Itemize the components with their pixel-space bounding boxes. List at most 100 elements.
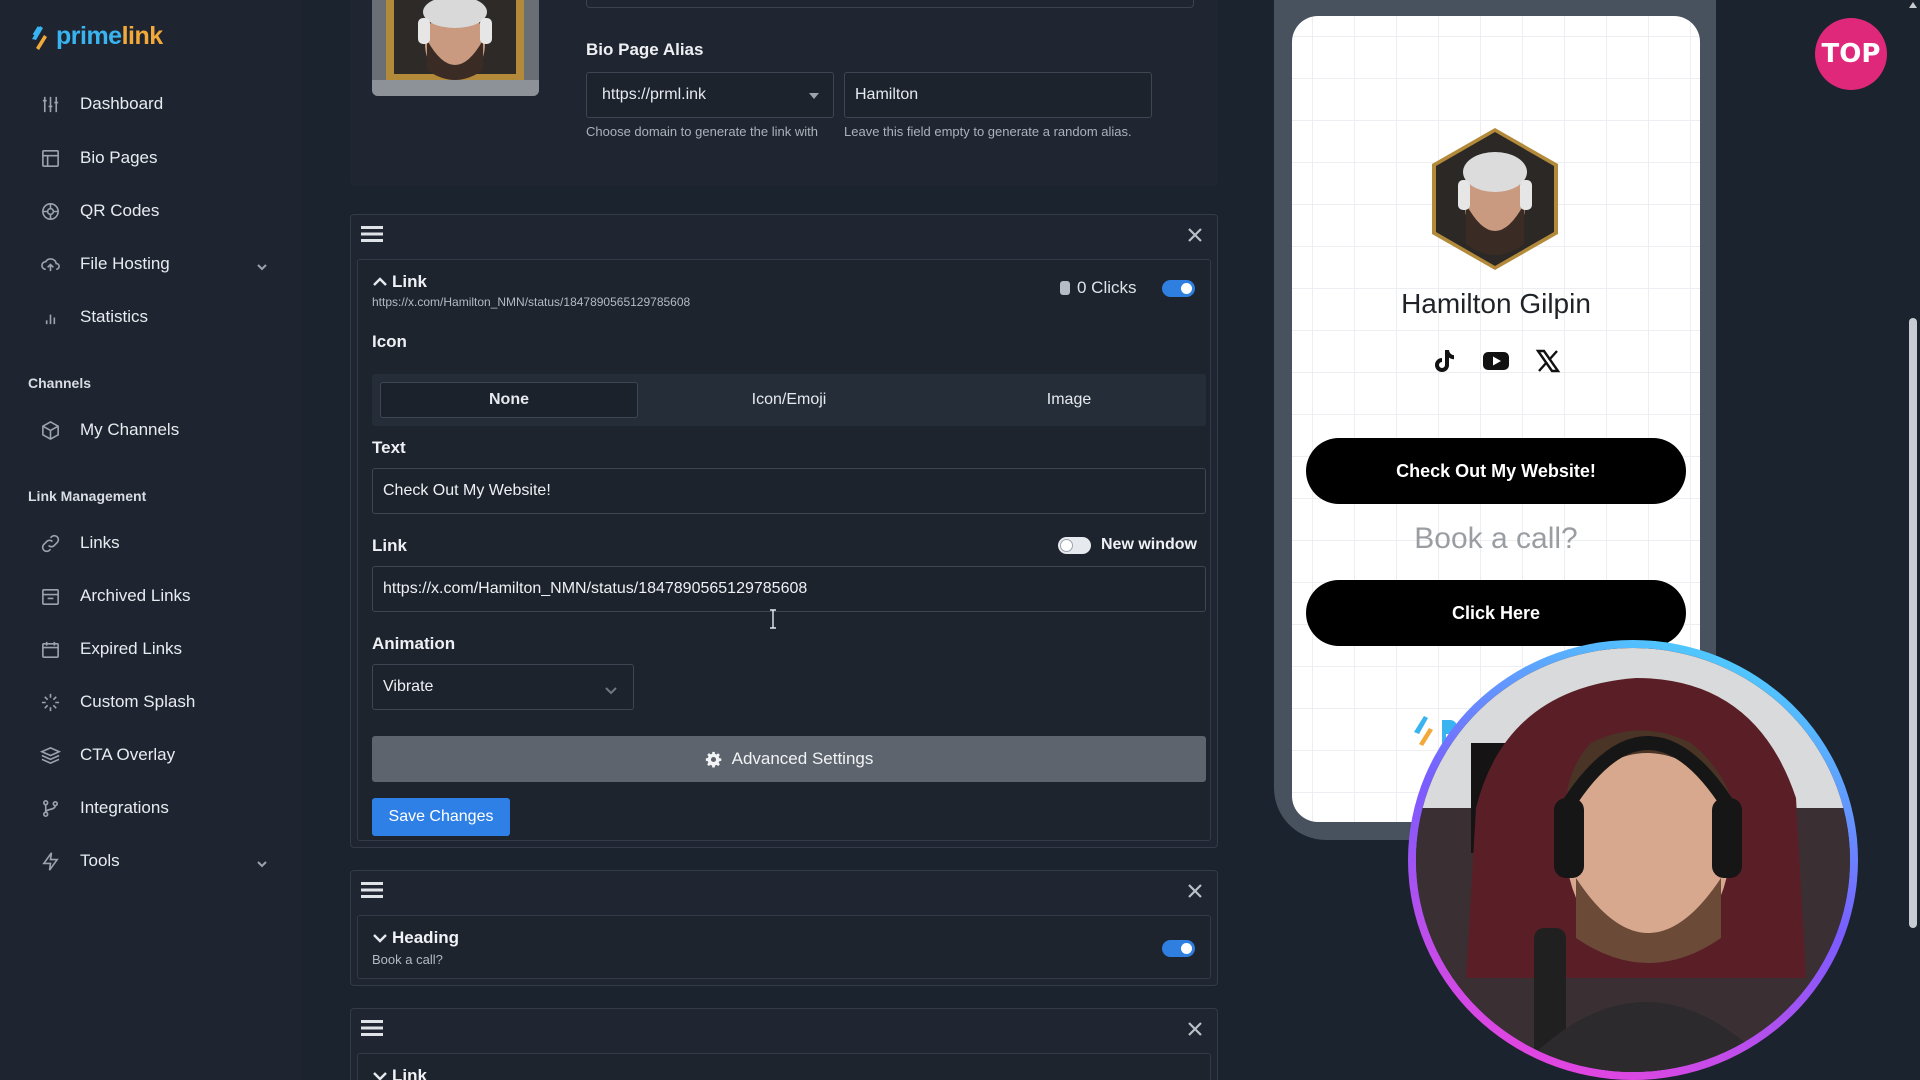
animation-label: Animation <box>372 634 456 653</box>
alias-input-value: Hamilton <box>855 86 919 103</box>
new-window-toggle[interactable] <box>1058 536 1091 554</box>
link-text-input[interactable]: Check Out My Website! <box>372 468 1206 514</box>
drag-handle-icon[interactable] <box>361 225 383 243</box>
clicks-count: 0 Clicks <box>1077 278 1137 297</box>
gear-icon <box>705 751 721 767</box>
domain-select-value: https://prml.ink <box>602 86 707 103</box>
mouse-icon <box>1060 281 1070 295</box>
advanced-settings-button[interactable]: Advanced Settings <box>372 736 1206 782</box>
avatar-portrait-icon <box>372 0 539 96</box>
preview-heading: Book a call? <box>1414 522 1578 555</box>
archive-icon <box>38 585 62 607</box>
text-cursor-icon <box>770 609 776 629</box>
link-text-value: Check Out My Website! <box>383 482 551 499</box>
sidebar-item-expired-links[interactable]: Expired Links <box>38 633 274 665</box>
brand-logo[interactable]: primelink <box>28 22 163 51</box>
link-block: Link https://x.com/Hamilton_NMN/status/1… <box>350 214 1218 848</box>
sidebar-item-file-hosting[interactable]: File Hosting <box>38 248 274 280</box>
qr-codes-icon <box>38 200 62 222</box>
link-enabled-toggle[interactable] <box>1162 280 1195 297</box>
sidebar-item-dashboard[interactable]: Dashboard <box>38 88 274 120</box>
preview-click-button[interactable]: Click Here <box>1306 580 1686 646</box>
preview-link-button[interactable]: Check Out My Website! <box>1306 438 1686 504</box>
sidebar-item-label: CTA Overlay <box>80 745 176 764</box>
animation-select[interactable]: Vibrate <box>372 664 634 710</box>
scroll-up-arrow-icon[interactable] <box>1909 2 1917 8</box>
sidebar-item-integrations[interactable]: Integrations <box>38 792 274 824</box>
bio-pages-icon <box>38 147 62 169</box>
chevron-down-icon[interactable] <box>372 1068 388 1080</box>
sidebar-item-label: Custom Splash <box>80 692 196 711</box>
close-icon[interactable] <box>1187 883 1203 899</box>
sidebar-item-label: Integrations <box>80 798 169 817</box>
channel-badge-logo: TOP <box>1815 18 1887 90</box>
tiktok-icon[interactable] <box>1429 346 1459 376</box>
splash-icon <box>38 691 62 713</box>
link-url-value: https://x.com/Hamilton_NMN/status/184789… <box>383 580 808 597</box>
new-window-control[interactable]: New window <box>1058 536 1197 554</box>
sidebar-item-cta-overlay[interactable]: CTA Overlay <box>38 739 274 771</box>
close-icon[interactable] <box>1187 227 1203 243</box>
chevron-down-icon[interactable] <box>372 930 388 946</box>
sidebar-item-label: Links <box>80 533 120 552</box>
section-label-link-management: Link Management <box>28 488 147 504</box>
drag-handle-icon[interactable] <box>361 881 383 899</box>
brand-name: primelink <box>56 22 163 50</box>
dashboard-icon <box>38 93 62 115</box>
cube-icon <box>38 419 62 441</box>
advanced-settings-label: Advanced Settings <box>731 749 874 768</box>
page-scrollbar-thumb[interactable] <box>1909 318 1917 928</box>
heading-block: Heading Book a call? <box>350 870 1218 986</box>
preview-social-icons <box>1292 346 1700 376</box>
file-hosting-icon <box>38 253 62 275</box>
link-url-input[interactable]: https://x.com/Hamilton_NMN/status/184789… <box>372 566 1206 612</box>
sidebar-item-bio-pages[interactable]: Bio Pages <box>38 142 274 174</box>
icon-option-icon-emoji[interactable]: Icon/Emoji <box>660 382 918 418</box>
link-block-title[interactable]: Link <box>392 272 427 292</box>
layers-icon <box>38 744 62 766</box>
sidebar-item-links[interactable]: Links <box>38 527 274 559</box>
domain-select[interactable]: https://prml.ink <box>586 72 834 118</box>
sidebar-item-label: My Channels <box>80 420 180 439</box>
link-block-2-title[interactable]: Link <box>392 1066 427 1080</box>
sidebar-item-label: Statistics <box>80 307 149 326</box>
heading-enabled-toggle[interactable] <box>1162 940 1195 957</box>
chevron-down-icon <box>605 682 617 700</box>
sidebar-item-statistics[interactable]: Statistics <box>38 301 274 333</box>
save-changes-button[interactable]: Save Changes <box>372 798 510 836</box>
profile-avatar-image[interactable] <box>372 0 539 96</box>
heading-block-subtitle: Book a call? <box>372 952 443 967</box>
sidebar-item-custom-splash[interactable]: Custom Splash <box>38 686 274 718</box>
alias-hint: Leave this field empty to generate a ran… <box>844 124 1132 139</box>
sidebar-item-label: Expired Links <box>80 639 183 658</box>
icon-option-none[interactable]: None <box>380 382 638 418</box>
sidebar-item-label: QR Codes <box>80 201 160 220</box>
alias-input[interactable]: Hamilton <box>844 72 1152 118</box>
calendar-icon <box>38 638 62 660</box>
x-icon[interactable] <box>1533 346 1563 376</box>
icon-option-image[interactable]: Image <box>940 382 1198 418</box>
sidebar: primelink Dashboard Bio Pages QR Codes F… <box>0 0 302 1080</box>
link-block-url: https://x.com/Hamilton_NMN/status/184789… <box>372 295 691 309</box>
domain-hint: Choose domain to generate the link with <box>586 124 818 139</box>
text-label: Text <box>372 438 406 457</box>
heading-block-title[interactable]: Heading <box>392 928 459 948</box>
previous-field-stub[interactable] <box>586 0 1194 8</box>
integrations-icon <box>38 797 62 819</box>
new-window-label: New window <box>1101 536 1197 553</box>
webcam-person-image <box>1416 648 1850 1072</box>
sidebar-item-qr-codes[interactable]: QR Codes <box>38 195 274 227</box>
chevron-up-icon[interactable] <box>372 274 388 290</box>
drag-handle-icon[interactable] <box>361 1019 383 1037</box>
sidebar-item-my-channels[interactable]: My Channels <box>38 414 274 446</box>
bio-page-alias-label: Bio Page Alias <box>586 40 704 59</box>
youtube-icon[interactable] <box>1481 346 1511 376</box>
chevron-down-icon <box>256 855 268 868</box>
close-icon[interactable] <box>1187 1021 1203 1037</box>
sidebar-item-tools[interactable]: Tools <box>38 845 274 877</box>
link-block-body: Link https://x.com/Hamilton_NMN/status/1… <box>357 259 1211 841</box>
chevron-down-icon <box>256 258 268 271</box>
preview-profile-name: Hamilton Gilpin <box>1401 288 1591 319</box>
sidebar-item-archived-links[interactable]: Archived Links <box>38 580 274 612</box>
section-label-channels: Channels <box>28 375 92 391</box>
